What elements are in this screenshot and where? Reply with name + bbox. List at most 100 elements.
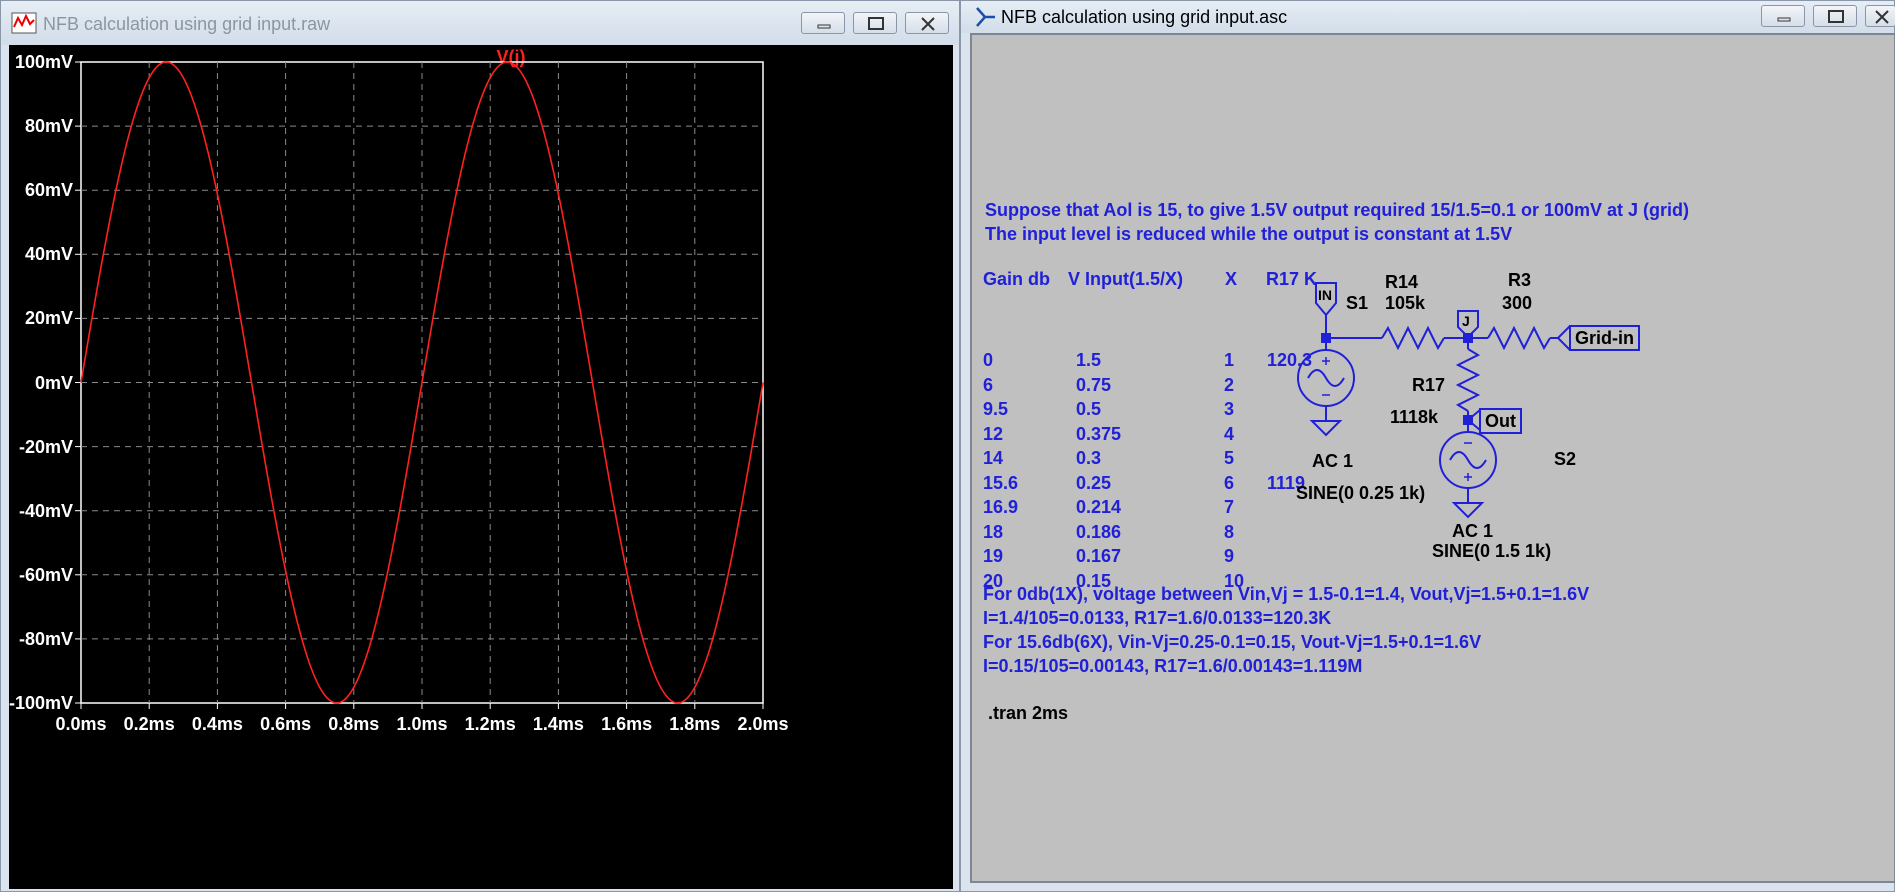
note-input-level[interactable]: The input level is reduced while the out… [985, 223, 1512, 245]
table-header-vinput[interactable]: V Input(1.5/X) [1068, 268, 1183, 290]
maximize-button[interactable] [1813, 5, 1857, 27]
s2-name[interactable]: S2 [1554, 449, 1576, 469]
table-cell-r17[interactable] [1267, 446, 1312, 471]
s2-sine[interactable]: SINE(0 1.5 1k) [1432, 541, 1551, 561]
schematic-window-title: NFB calculation using grid input.asc [1001, 7, 1288, 27]
y-tick-label: 60mV [24, 180, 73, 201]
y-tick-label: 40mV [24, 244, 73, 265]
table-cell-vinput[interactable]: 0.3 [1076, 446, 1121, 471]
table-header-gain[interactable]: Gain db [983, 268, 1050, 290]
schematic-window[interactable]: NFB calculation using grid input.asc Sup… [960, 0, 1895, 892]
table-header-r17[interactable]: R17 K [1266, 268, 1317, 290]
waveform-plot-area[interactable]: V(j) 100mV 80mV 60mV 40mV 20mV 0mV -20mV -40mV -… [9, 45, 953, 889]
maximize-icon [868, 17, 884, 30]
table-cell-r17[interactable] [1267, 544, 1312, 569]
close-button[interactable] [905, 12, 949, 34]
out-flag[interactable]: Out [1479, 408, 1522, 434]
table-cell-x[interactable]: 7 [1224, 495, 1244, 520]
table-cell-vinput[interactable]: 0.214 [1076, 495, 1121, 520]
table-column-x[interactable]: 1 2 3 4 5 6 7 8 9 10 [1224, 348, 1244, 593]
net-j-text[interactable]: J [1462, 311, 1470, 331]
table-cell-gain[interactable]: 6 [983, 373, 1018, 398]
x-tick-label: 0.8ms [328, 714, 380, 734]
table-cell-x[interactable]: 4 [1224, 422, 1244, 447]
schematic-window-titlebar[interactable]: NFB calculation using grid input.asc [961, 1, 1895, 33]
table-cell-vinput[interactable]: 0.5 [1076, 397, 1121, 422]
plot-window[interactable]: NFB calculation using grid input.raw V(j… [0, 0, 960, 892]
table-cell-r17[interactable] [1267, 397, 1312, 422]
schematic-canvas[interactable]: Suppose that Aol is 15, to give 1.5V out… [970, 33, 1895, 883]
table-cell-gain[interactable]: 18 [983, 520, 1018, 545]
r14-name[interactable]: R14 [1385, 272, 1418, 292]
table-cell-gain[interactable]: 14 [983, 446, 1018, 471]
table-cell-x[interactable]: 5 [1224, 446, 1244, 471]
y-tick-label: -100mV [8, 693, 73, 713]
s1-sine[interactable]: SINE(0 0.25 1k) [1296, 483, 1425, 503]
table-cell-vinput[interactable]: 0.375 [1076, 422, 1121, 447]
table-cell-x[interactable]: 2 [1224, 373, 1244, 398]
waveform-icon [11, 12, 37, 34]
y-tick-label: -20mV [18, 436, 73, 457]
close-icon [921, 17, 935, 31]
x-tick-label: 2.0ms [737, 714, 789, 734]
table-cell-r17[interactable] [1267, 520, 1312, 545]
x-tick-label: 0.0ms [55, 714, 107, 734]
table-cell-r17[interactable]: 120.3 [1267, 348, 1312, 373]
y-tick-label: 80mV [24, 116, 73, 137]
table-cell-vinput[interactable]: 0.75 [1076, 373, 1121, 398]
table-cell-gain[interactable]: 15.6 [983, 471, 1018, 496]
note-open-loop-gain[interactable]: Suppose that Aol is 15, to give 1.5V out… [985, 199, 1689, 221]
table-header-x[interactable]: X [1225, 268, 1237, 290]
y-tick-label: 100mV [14, 52, 73, 72]
x-tick-label: 1.8ms [669, 714, 721, 734]
net-in-text[interactable]: IN [1318, 285, 1332, 305]
table-cell-vinput[interactable]: 0.25 [1076, 471, 1121, 496]
calc-line-1[interactable]: For 0db(1X), voltage between Vin,Vj = 1.… [983, 583, 1589, 605]
x-tick-label: 1.4ms [532, 714, 584, 734]
r17-name[interactable]: R17 [1412, 375, 1445, 395]
maximize-button[interactable] [853, 12, 897, 34]
s2-ac[interactable]: AC 1 [1452, 521, 1493, 541]
plot-window-titlebar[interactable]: NFB calculation using grid input.raw [1, 1, 959, 45]
y-tick-label: -80mV [18, 628, 73, 649]
plot-window-title: NFB calculation using grid input.raw [43, 14, 331, 34]
minimize-button[interactable] [801, 12, 845, 34]
table-cell-vinput[interactable]: 1.5 [1076, 348, 1121, 373]
calc-line-2[interactable]: I=1.4/105=0.0133, R17=1.6/0.0133=120.3K [983, 607, 1331, 629]
table-column-gain[interactable]: 0 6 9.5 12 14 15.6 16.9 18 19 20 [983, 348, 1018, 593]
r3-name[interactable]: R3 [1508, 270, 1531, 290]
r17-value[interactable]: 1118k [1390, 407, 1438, 427]
close-button[interactable] [1865, 5, 1895, 27]
table-cell-gain[interactable]: 16.9 [983, 495, 1018, 520]
r3-value[interactable]: 300 [1502, 293, 1532, 313]
minimize-icon [817, 24, 831, 29]
table-cell-vinput[interactable]: 0.167 [1076, 544, 1121, 569]
minimize-button[interactable] [1761, 5, 1805, 27]
calc-line-3[interactable]: For 15.6db(6X), Vin-Vj=0.25-0.1=0.15, Vo… [983, 631, 1481, 653]
schematic-icon [976, 7, 995, 27]
table-cell-x[interactable]: 3 [1224, 397, 1244, 422]
table-cell-x[interactable]: 9 [1224, 544, 1244, 569]
table-cell-gain[interactable]: 9.5 [983, 397, 1018, 422]
table-column-vinput[interactable]: 1.5 0.75 0.5 0.375 0.3 0.25 0.214 0.186 0.167 0.1… [1076, 348, 1121, 593]
table-cell-gain[interactable]: 0 [983, 348, 1018, 373]
table-cell-r17[interactable] [1267, 373, 1312, 398]
spice-directive[interactable]: .tran 2ms [988, 703, 1068, 723]
table-column-r17[interactable]: 120.3 1119 [1267, 348, 1312, 593]
r14-value[interactable]: 105k [1385, 293, 1425, 313]
y-tick-label: 20mV [24, 308, 73, 329]
table-cell-vinput[interactable]: 0.186 [1076, 520, 1121, 545]
x-tick-label: 0.6ms [260, 714, 312, 734]
grid-in-flag[interactable]: Grid-in [1569, 325, 1640, 351]
s1-name[interactable]: S1 [1346, 293, 1368, 313]
x-tick-label: 1.2ms [464, 714, 516, 734]
s1-ac[interactable]: AC 1 [1312, 451, 1353, 471]
waveform-chart[interactable] [9, 45, 953, 889]
table-cell-x[interactable]: 1 [1224, 348, 1244, 373]
calc-line-4[interactable]: I=0.15/105=0.00143, R17=1.6/0.00143=1.11… [983, 655, 1362, 677]
table-cell-r17[interactable] [1267, 422, 1312, 447]
table-cell-x[interactable]: 6 [1224, 471, 1244, 496]
table-cell-gain[interactable]: 12 [983, 422, 1018, 447]
table-cell-x[interactable]: 8 [1224, 520, 1244, 545]
table-cell-gain[interactable]: 19 [983, 544, 1018, 569]
